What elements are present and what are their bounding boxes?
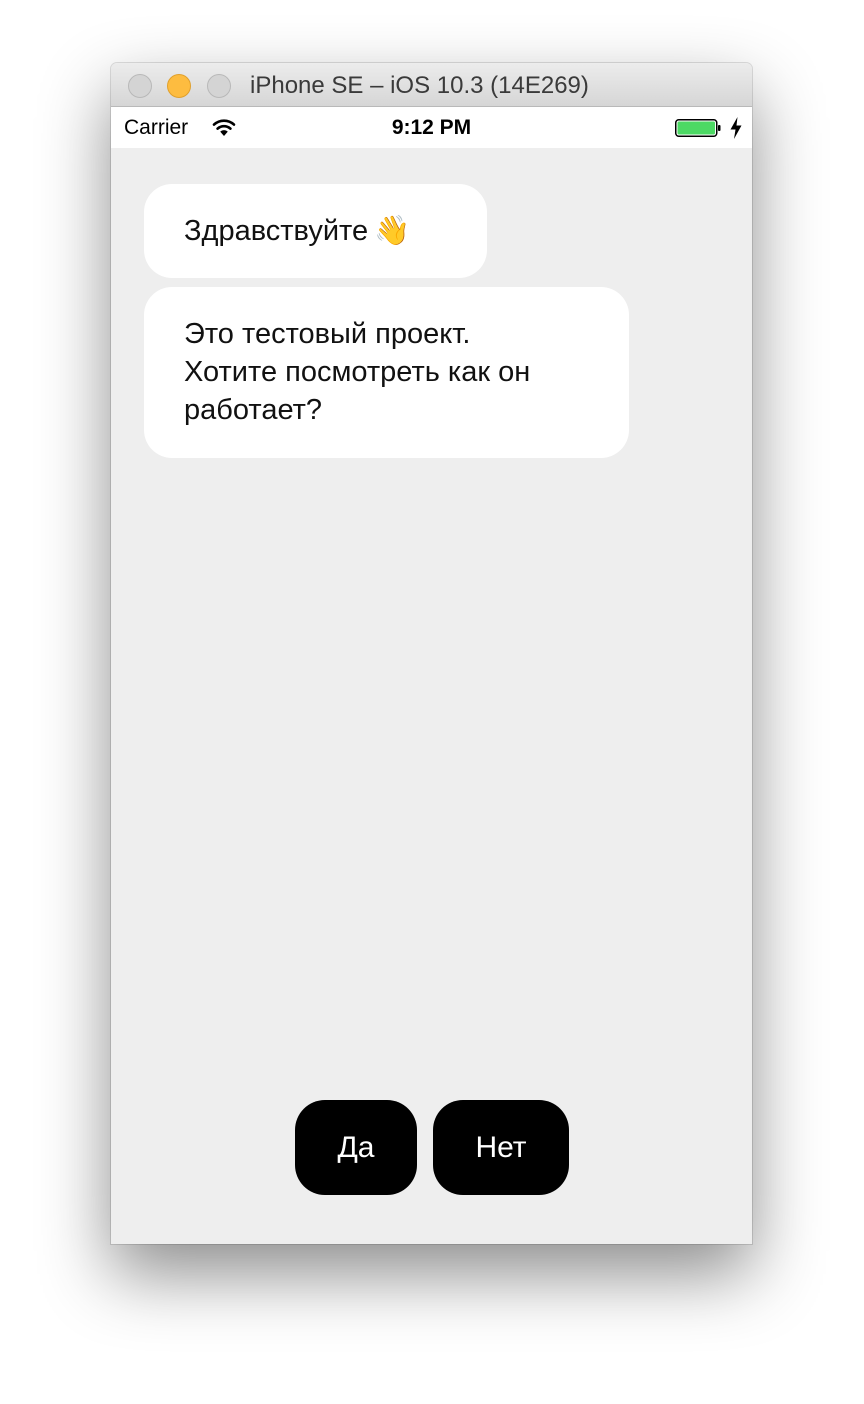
message-bubble-greeting: Здравствуйте 👋 bbox=[144, 184, 487, 278]
message-text: Здравствуйте bbox=[184, 215, 369, 247]
message-line: Это тестовый проект. bbox=[184, 318, 471, 350]
charging-bolt-icon bbox=[730, 117, 742, 139]
message-line: работает? bbox=[184, 394, 323, 426]
close-button[interactable] bbox=[128, 74, 152, 98]
window-title: iPhone SE – iOS 10.3 (14E269) bbox=[250, 72, 589, 99]
message-line: Хотите посмотреть как он bbox=[184, 356, 531, 388]
waving-hand-icon: 👋 bbox=[374, 215, 411, 247]
reply-yes-button[interactable]: Да bbox=[295, 1100, 417, 1195]
message-bubble-question: Это тестовый проект. Хотите посмотреть к… bbox=[144, 287, 629, 458]
window-titlebar[interactable]: iPhone SE – iOS 10.3 (14E269) bbox=[111, 63, 752, 107]
simulator-window: iPhone SE – iOS 10.3 (14E269) Carrier 9:… bbox=[111, 63, 752, 1244]
status-time: 9:12 PM bbox=[391, 116, 472, 139]
battery-icon bbox=[675, 119, 721, 137]
zoom-button[interactable] bbox=[207, 74, 231, 98]
status-bar: Carrier 9:12 PM bbox=[111, 107, 752, 148]
reply-no-button[interactable]: Нет bbox=[433, 1100, 569, 1195]
minimize-button[interactable] bbox=[167, 74, 191, 98]
